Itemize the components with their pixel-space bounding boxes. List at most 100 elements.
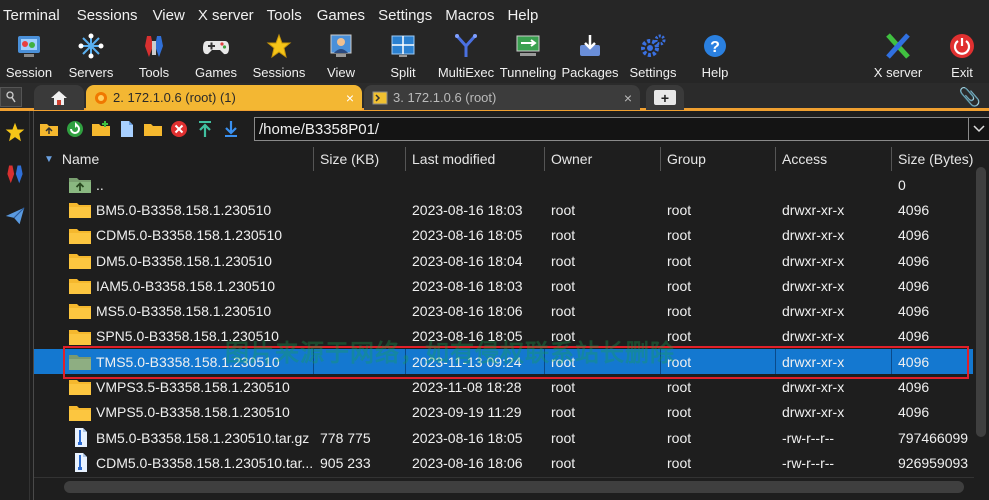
parent-dir-button[interactable]: [38, 119, 60, 139]
file-size-bytes: 4096: [898, 201, 930, 218]
table-row[interactable]: IAM5.0-B3358.158.1.230510 2023-08-16 18:0…: [34, 273, 974, 298]
file-name-cell[interactable]: IAM5.0-B3358.158.1.230510: [34, 273, 314, 298]
file-name: DM5.0-B3358.158.1.230510: [96, 252, 272, 269]
file-owner: root: [551, 201, 576, 218]
file-owner: root: [551, 227, 576, 244]
svg-text:?: ?: [710, 39, 720, 56]
file-size-bytes: 4096: [898, 277, 930, 294]
table-row[interactable]: BM5.0-B3358.158.1.230510 2023-08-16 18:03…: [34, 197, 974, 222]
file-size-kb: 905 233: [320, 454, 371, 471]
tools-icon: [7, 165, 23, 184]
packages-button[interactable]: Packages: [555, 30, 625, 83]
table-row[interactable]: MS5.0-B3358.158.1.230510 2023-08-16 18:06…: [34, 298, 974, 323]
column-size-bytes[interactable]: Size (Bytes): [892, 147, 974, 171]
delete-button[interactable]: [168, 119, 190, 139]
path-dropdown-button[interactable]: [969, 117, 989, 141]
file-name-cell[interactable]: VMPS5.0-B3358.158.1.230510: [34, 400, 314, 425]
scroll-thumb[interactable]: [976, 167, 986, 437]
file-owner: root: [551, 277, 576, 294]
new-file-button[interactable]: [116, 119, 138, 139]
path-input[interactable]: /home/B3358P01/: [254, 117, 969, 141]
table-row[interactable]: VMPS3.5-B3358.158.1.230510 2023-11-08 18:…: [34, 374, 974, 399]
sidebar-tools-button[interactable]: [0, 153, 30, 195]
exit-button[interactable]: Exit: [927, 30, 989, 83]
menu-games[interactable]: Games: [314, 7, 371, 24]
download-button[interactable]: [220, 119, 242, 139]
help-button[interactable]: ? Help: [680, 30, 750, 83]
tunneling-button[interactable]: Tunneling: [493, 30, 563, 83]
file-group: [661, 172, 776, 197]
split-button[interactable]: Split: [368, 30, 438, 83]
file-name-cell[interactable]: VMPS3.5-B3358.158.1.230510: [34, 374, 314, 399]
session-globe-icon: [95, 91, 107, 104]
tools-button[interactable]: Tools: [119, 30, 189, 83]
file-access: drwxr-xr-x: [782, 404, 845, 421]
session-button[interactable]: Session: [0, 30, 64, 83]
close-icon[interactable]: ×: [624, 90, 632, 106]
tab-session-3[interactable]: 3. 172.1.0.6 (root) ×: [364, 85, 640, 110]
scroll-thumb[interactable]: [64, 481, 964, 493]
file-name-cell[interactable]: DM5.0-B3358.158.1.230510: [34, 248, 314, 273]
sessions-button[interactable]: Sessions: [244, 30, 314, 83]
menu-tools[interactable]: Tools: [264, 7, 308, 24]
paperclip-icon[interactable]: 📎: [959, 87, 981, 108]
quick-connect-button[interactable]: [0, 87, 22, 107]
menu-settings[interactable]: Settings: [375, 7, 438, 24]
file-last-modified: 2023-08-16 18:05: [412, 227, 523, 244]
settings-button[interactable]: Settings: [618, 30, 688, 83]
power-icon: [948, 32, 976, 60]
menu-view[interactable]: View: [150, 7, 191, 24]
file-name: ..: [96, 176, 104, 193]
games-button[interactable]: Games: [181, 30, 251, 83]
file-name-cell[interactable]: ..: [34, 172, 314, 197]
xserver-button[interactable]: X server: [863, 30, 933, 83]
menu-help[interactable]: Help: [504, 7, 544, 24]
sidebar-sftp-button[interactable]: [0, 195, 30, 237]
file-name-cell[interactable]: CDM5.0-B3358.158.1.230510: [34, 223, 314, 248]
new-tab-button[interactable]: +: [646, 85, 684, 110]
column-access[interactable]: Access: [776, 147, 892, 171]
menu-xserver[interactable]: X server: [195, 7, 260, 24]
file-name-cell[interactable]: MS5.0-B3358.158.1.230510: [34, 298, 314, 323]
column-last-modified[interactable]: Last modified: [406, 147, 545, 171]
servers-button[interactable]: Servers: [56, 30, 126, 83]
table-row[interactable]: CDM5.0-B3358.158.1.230510.tar... 905 233 2…: [34, 450, 974, 475]
file-access: drwxr-xr-x: [782, 252, 845, 269]
column-name[interactable]: ▼ Name: [34, 147, 314, 171]
file-access: drwxr-xr-x: [782, 201, 845, 218]
view-button[interactable]: View: [306, 30, 376, 83]
menu-macros[interactable]: Macros: [442, 7, 500, 24]
column-group[interactable]: Group: [661, 147, 776, 171]
table-row[interactable]: BM5.0-B3358.158.1.230510.tar.gz 778 775 20…: [34, 425, 974, 450]
sftp-toolbar: /home/B3358P01/: [34, 117, 989, 141]
archive-file-icon: [75, 427, 87, 447]
delete-icon: [171, 121, 187, 137]
sidebar-sessions-button[interactable]: [0, 111, 30, 153]
file-last-modified: 2023-08-16 18:03: [412, 277, 523, 294]
folder-icon: [69, 405, 91, 421]
file-name-cell[interactable]: CDM5.0-B3358.158.1.230510.tar...: [34, 450, 314, 475]
upload-button[interactable]: [194, 119, 216, 139]
vertical-scrollbar[interactable]: [973, 147, 989, 487]
table-row[interactable]: DM5.0-B3358.158.1.230510 2023-08-16 18:04…: [34, 248, 974, 273]
menu-sessions[interactable]: Sessions: [74, 7, 144, 24]
file-name-cell[interactable]: BM5.0-B3358.158.1.230510.tar.gz: [34, 425, 314, 450]
open-folder-button[interactable]: [142, 119, 164, 139]
file-access: drwxr-xr-x: [782, 379, 845, 396]
refresh-button[interactable]: [64, 119, 86, 139]
multiexec-button[interactable]: MultiExec: [431, 30, 501, 83]
tab-home[interactable]: [34, 85, 84, 110]
horizontal-scrollbar[interactable]: [34, 477, 974, 495]
table-row[interactable]: .. 0: [34, 172, 974, 197]
file-access: -rw-r--r--: [782, 429, 835, 446]
column-size-kb[interactable]: Size (KB): [314, 147, 406, 171]
file-size-bytes: 797466099: [898, 429, 969, 446]
table-row[interactable]: CDM5.0-B3358.158.1.230510 2023-08-16 18:0…: [34, 223, 974, 248]
new-folder-button[interactable]: [90, 119, 112, 139]
file-name-cell[interactable]: BM5.0-B3358.158.1.230510: [34, 197, 314, 222]
close-icon[interactable]: ×: [346, 90, 354, 106]
table-row[interactable]: VMPS5.0-B3358.158.1.230510 2023-09-19 11:…: [34, 400, 974, 425]
tab-session-2[interactable]: 2. 172.1.0.6 (root) (1) ×: [86, 85, 362, 110]
menu-terminal[interactable]: Terminal: [0, 7, 66, 24]
column-owner[interactable]: Owner: [545, 147, 661, 171]
